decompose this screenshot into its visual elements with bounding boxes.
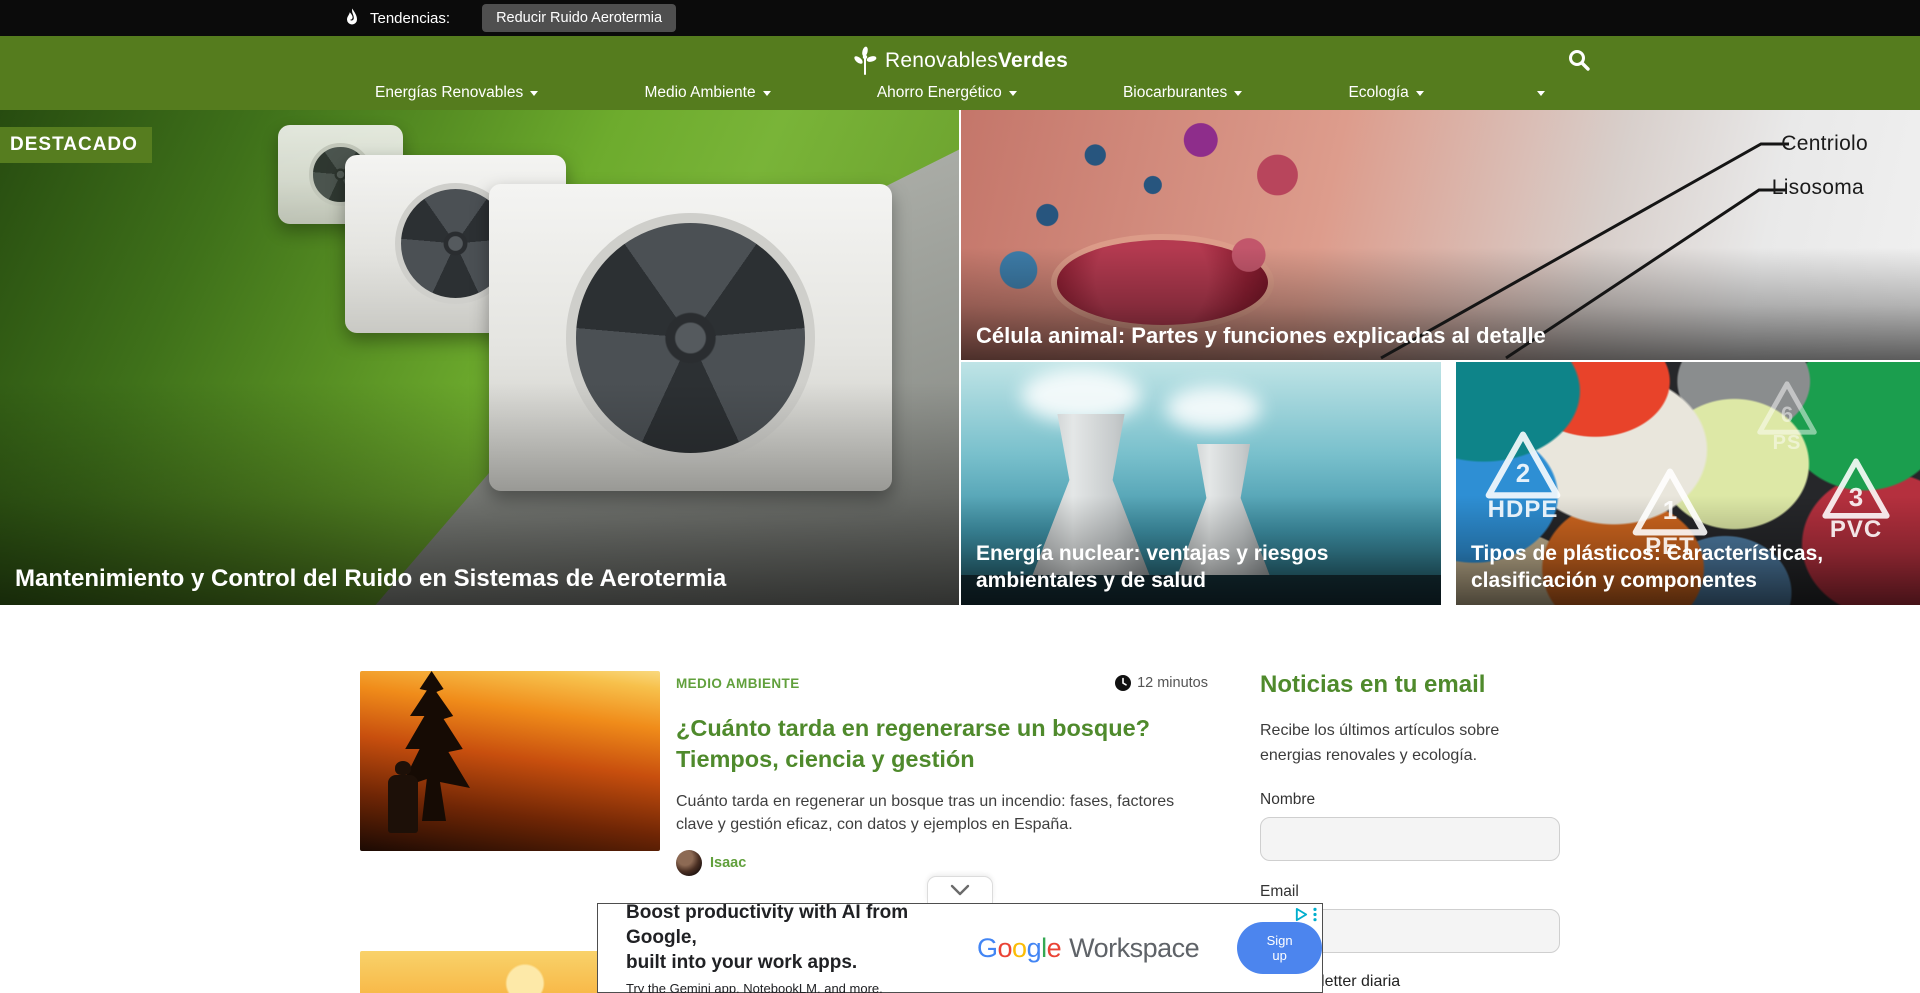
article-title[interactable]: ¿Cuánto tarda en regenerarse un bosque? … xyxy=(676,713,1208,776)
article-card: MEDIO AMBIENTE 12 minutos ¿Cuánto tarda … xyxy=(360,671,1208,876)
ad-options-icon[interactable] xyxy=(1312,907,1318,922)
hero-title[interactable]: Célula animal: Partes y funciones explic… xyxy=(976,322,1905,350)
heat-pump-art xyxy=(278,125,403,224)
newsletter-heading: Noticias en tu email xyxy=(1260,671,1560,699)
email-label: Email xyxy=(1260,883,1560,901)
heat-pump-art xyxy=(345,155,566,333)
google-logo-word: Google xyxy=(977,933,1061,964)
chevron-down-icon xyxy=(530,91,538,96)
ad-subline: Try the Gemini app, NotebookLM, and more… xyxy=(626,981,971,993)
chevron-down-icon xyxy=(950,884,970,896)
chevron-down-icon xyxy=(1537,91,1545,96)
author-avatar xyxy=(676,850,702,876)
adchoices-icon[interactable] xyxy=(1294,907,1309,922)
google-workspace-ad[interactable]: Boost productivity with AI from Google, … xyxy=(597,903,1323,993)
nav-item-energias-renovables[interactable]: Energías Renovables xyxy=(375,84,538,102)
flame-icon xyxy=(344,8,360,28)
hero-title[interactable]: Mantenimiento y Control del Ruido en Sis… xyxy=(15,564,944,595)
article-thumbnail[interactable] xyxy=(360,671,660,851)
anchor-ad-container: Boost productivity with AI from Google, … xyxy=(597,903,1323,993)
search-icon[interactable] xyxy=(1566,48,1592,74)
newsletter-description: Recibe los últimos artículos sobre energ… xyxy=(1260,719,1560,769)
nav-item-biocarburantes[interactable]: Biocarburantes xyxy=(1123,84,1242,102)
site-header: RenovablesVerdes Energías Renovables Med… xyxy=(0,36,1920,110)
ad-signup-button[interactable]: Sign up xyxy=(1237,922,1322,974)
chevron-down-icon xyxy=(1009,91,1017,96)
clock-icon xyxy=(1115,675,1131,691)
chevron-down-icon xyxy=(763,91,771,96)
hero-title[interactable]: Energía nuclear: ventajas y riesgos ambi… xyxy=(976,541,1401,595)
chevron-down-icon xyxy=(1234,91,1242,96)
read-time: 12 minutos xyxy=(1115,675,1208,691)
recycle-symbol-pvc: 3 PVC xyxy=(1821,457,1891,544)
trending-chip[interactable]: Reducir Ruido Aerotermia xyxy=(482,4,676,32)
article-excerpt: Cuánto tarda en regenerar un bosque tras… xyxy=(676,790,1208,836)
hero-card-celula[interactable]: Centriolo Lisosoma Célula animal: Partes… xyxy=(961,110,1920,360)
hero-title[interactable]: Tipos de plásticos: Características, cla… xyxy=(1471,541,1875,595)
nav-item-more[interactable] xyxy=(1530,84,1545,102)
ad-headline: Boost productivity with AI from Google, … xyxy=(626,900,971,976)
recycle-symbol-hdpe: 2 HDPE xyxy=(1484,430,1562,524)
cell-label-centriolo: Centriolo xyxy=(1781,132,1868,156)
article-author[interactable]: Isaac xyxy=(676,850,1208,876)
trending-label: Tendencias: xyxy=(370,10,450,27)
hero-section: DESTACADO Mantenimiento y Control del Ru… xyxy=(0,110,1920,605)
heat-pump-art xyxy=(489,184,892,491)
nav-item-ahorro-energetico[interactable]: Ahorro Energético xyxy=(877,84,1017,102)
hero-card-plasticos[interactable]: 2 HDPE 1 PET 6 PS 3 PVC Ti xyxy=(1456,362,1920,605)
google-workspace-logo: Google Workspace xyxy=(977,933,1199,964)
nav-item-ecologia[interactable]: Ecología xyxy=(1348,84,1423,102)
hero-card-aerotermia[interactable]: DESTACADO Mantenimiento y Control del Ru… xyxy=(0,110,959,605)
firefighter-silhouette-art xyxy=(388,775,418,833)
name-label: Nombre xyxy=(1260,791,1560,809)
steam-art xyxy=(1021,368,1141,423)
name-input[interactable] xyxy=(1260,817,1560,861)
steam-art xyxy=(1166,386,1261,431)
site-logo[interactable]: RenovablesVerdes xyxy=(852,46,1068,76)
chevron-down-icon xyxy=(1416,91,1424,96)
hero-card-nuclear[interactable]: Energía nuclear: ventajas y riesgos ambi… xyxy=(961,362,1441,605)
author-name: Isaac xyxy=(710,855,746,871)
gravel-path-art xyxy=(211,110,959,605)
trending-bar: Tendencias: Reducir Ruido Aerotermia xyxy=(0,0,1920,36)
recycle-symbol-ps: 6 PS xyxy=(1756,380,1818,455)
cell-label-lisosoma: Lisosoma xyxy=(1772,176,1864,200)
article-category[interactable]: MEDIO AMBIENTE xyxy=(676,676,800,691)
main-nav: Energías Renovables Medio Ambiente Ahorr… xyxy=(375,84,1545,102)
logo-text: RenovablesVerdes xyxy=(885,49,1068,73)
featured-badge: DESTACADO xyxy=(0,127,152,163)
nav-item-medio-ambiente[interactable]: Medio Ambiente xyxy=(644,84,770,102)
wind-turbine-icon xyxy=(852,46,878,76)
